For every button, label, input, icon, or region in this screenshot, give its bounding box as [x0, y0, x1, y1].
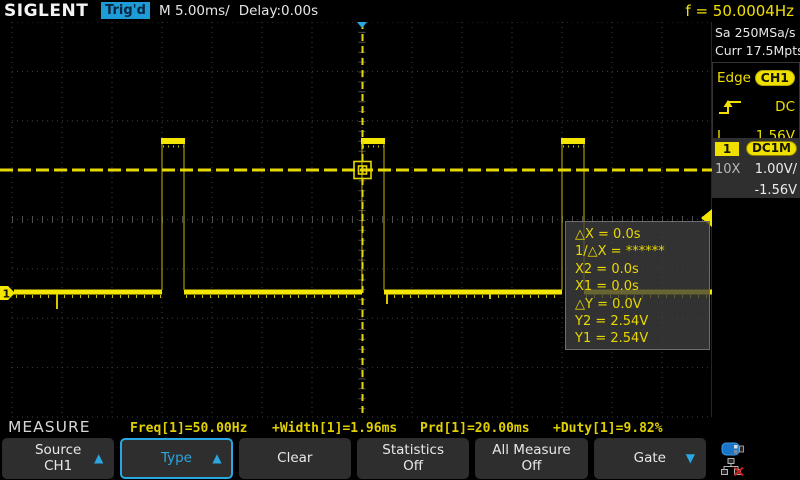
- trigger-mode: Edge: [717, 70, 751, 86]
- source-button[interactable]: Source CH1 ▲: [2, 438, 114, 479]
- channel-number-badge[interactable]: 1: [715, 142, 739, 156]
- clear-button-label: Clear: [277, 451, 312, 467]
- gate-button[interactable]: Gate ▼: [594, 438, 706, 479]
- measurement-cursors: [0, 22, 712, 417]
- delay-value: Delay:0.00s: [239, 3, 318, 19]
- all-measure-button[interactable]: All Measure Off: [475, 438, 587, 479]
- soft-menu: Source CH1 ▲ Type ▲ Clear Statistics Off…: [0, 437, 800, 480]
- frequency-counter: f = 50.0004Hz: [685, 2, 794, 20]
- type-button[interactable]: Type ▲: [120, 438, 232, 479]
- top-status-bar: SIGLENT Trig'd M 5.00ms/Delay:0.00s f = …: [0, 0, 800, 22]
- cursor-readout-line: X1 = 0.0s: [575, 278, 709, 295]
- waveform-display[interactable]: 1: [0, 22, 712, 418]
- timebase-value: M 5.00ms/: [159, 3, 230, 19]
- measurement-width: +Width[1]=1.96ms: [272, 421, 397, 436]
- statistics-button-label: Statistics: [382, 443, 444, 459]
- usb-icon: [721, 442, 747, 456]
- clear-button[interactable]: Clear: [239, 438, 351, 479]
- cursor-readout-line: △Y = 0.0V: [575, 296, 709, 313]
- all-measure-button-label: All Measure: [492, 443, 570, 459]
- cursor-readout-line: X2 = 0.0s: [575, 261, 709, 278]
- channel1-info-panel[interactable]: 1 DC1M 10X 1.00V/ -1.56V: [712, 138, 800, 198]
- all-measure-button-value: Off: [522, 459, 542, 475]
- status-icons: [712, 438, 798, 480]
- trigger-coupling: DC: [775, 99, 795, 115]
- cursor-readout-box: △X = 0.0s 1/△X = ****** X2 = 0.0s X1 = 0…: [565, 221, 710, 350]
- statistics-button[interactable]: Statistics Off: [357, 438, 469, 479]
- volts-per-div: 1.00V/: [755, 162, 797, 177]
- measurement-duty: +Duty[1]=9.82%: [553, 421, 663, 436]
- channel-offset: -1.56V: [754, 183, 797, 198]
- channel1-ground-marker[interactable]: 1: [0, 286, 15, 301]
- trigger-status-badge: Trig'd: [101, 2, 150, 19]
- oscilloscope-screen: SIGLENT Trig'd M 5.00ms/Delay:0.00s f = …: [0, 0, 800, 480]
- type-button-label: Type: [161, 451, 192, 467]
- cursor-readout-line: Y1 = 2.54V: [575, 330, 709, 347]
- up-arrow-icon: ▲: [212, 452, 221, 466]
- measurement-freq: Freq[1]=50.00Hz: [130, 421, 247, 436]
- statistics-button-value: Off: [403, 459, 423, 475]
- cursor-readout-line: 1/△X = ******: [575, 243, 709, 260]
- cursor-readout-line: △X = 0.0s: [575, 226, 709, 243]
- trigger-source-badge[interactable]: CH1: [755, 70, 795, 86]
- source-button-value: CH1: [44, 459, 72, 475]
- channel1-marker-label: 1: [3, 288, 11, 301]
- timebase-readout: M 5.00ms/Delay:0.00s: [159, 3, 318, 19]
- down-arrow-icon: ▼: [686, 452, 695, 466]
- trigger-position-icon[interactable]: [351, 22, 373, 28]
- brand-logo: SIGLENT: [4, 1, 88, 21]
- gate-button-label: Gate: [634, 451, 666, 467]
- channel-coupling-badge[interactable]: DC1M: [746, 141, 797, 156]
- source-button-label: Source: [35, 443, 81, 459]
- sample-rate: Sa 250MSa/s: [712, 22, 800, 40]
- cursor-readout-line: Y2 = 2.54V: [575, 313, 709, 330]
- measurement-period: Prd[1]=20.00ms: [420, 421, 530, 436]
- up-arrow-icon: ▲: [94, 452, 103, 466]
- rising-edge-icon: [717, 98, 743, 116]
- right-sidebar: Sa 250MSa/s Curr 17.5Mpts Edge CH1 DC L …: [712, 22, 800, 418]
- measure-title: MEASURE: [8, 418, 91, 436]
- probe-attenuation: 10X: [715, 162, 740, 177]
- lan-disconnected-icon: [721, 458, 744, 476]
- memory-depth: Curr 17.5Mpts: [712, 40, 800, 58]
